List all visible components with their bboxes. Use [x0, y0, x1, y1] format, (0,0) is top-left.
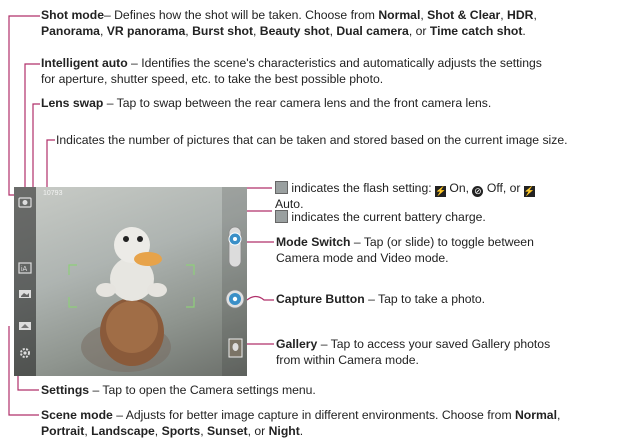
settings-callout: Settings – Tap to open the Camera settin…: [41, 383, 316, 397]
camera-viewfinder: 10793 iA: [14, 187, 247, 376]
intelligent-auto-icon[interactable]: iA: [18, 262, 32, 274]
lens-swap-callout: Lens swap – Tap to swap between the rear…: [41, 96, 492, 110]
lens-swap-icon[interactable]: [18, 288, 32, 300]
scene-mode-icon[interactable]: [18, 320, 32, 332]
camera-left-sidebar: iA: [14, 187, 36, 376]
capture-button-icon[interactable]: [225, 289, 245, 309]
flash-icon: [275, 181, 288, 194]
battery-callout: indicates the current battery charge.: [275, 210, 625, 226]
flash-off-icon: ⊘: [472, 186, 484, 197]
intelligent-auto-callout: Intelligent auto – Identifies the scene'…: [41, 56, 542, 86]
settings-icon[interactable]: [18, 347, 32, 359]
camera-right-controls: [222, 187, 247, 376]
shot-mode-callout: Shot mode– Defines how the shot will be …: [41, 8, 537, 38]
flash-callout: indicates the flash setting: ⚡ On, ⊘ Off…: [275, 181, 536, 211]
mode-switch-callout: Mode Switch – Tap (or slide) to toggle b…: [276, 235, 534, 265]
callout-term: Capture Button: [276, 292, 365, 306]
scene-mode-callout: Scene mode – Adjusts for better image ca…: [41, 408, 561, 438]
gallery-thumbnail-icon[interactable]: [228, 338, 243, 358]
svg-text:iA: iA: [21, 266, 28, 273]
callout-term: Scene mode: [41, 408, 113, 422]
shot-mode-icon[interactable]: [18, 196, 32, 208]
callout-term: Gallery: [276, 337, 318, 351]
preview-subject-image: [68, 227, 195, 372]
callout-term: Shot mode: [41, 8, 104, 22]
mode-switch-icon[interactable]: [228, 226, 242, 268]
capture-button-callout: Capture Button – Tap to take a photo.: [276, 292, 486, 306]
callout-term: Mode Switch: [276, 235, 351, 249]
callout-term: Lens swap: [41, 96, 104, 110]
flash-on-icon: ⚡: [435, 186, 447, 197]
picture-count-callout: Indicates the number of pictures that ca…: [56, 133, 568, 147]
callout-term: Settings: [41, 383, 90, 397]
flash-auto-icon: ⚡: [523, 186, 536, 197]
shot-count: 10793: [43, 190, 63, 197]
gallery-callout: Gallery – Tap to access your saved Galle…: [276, 337, 551, 367]
callout-term: Intelligent auto: [41, 56, 128, 70]
battery-icon: [275, 210, 288, 223]
